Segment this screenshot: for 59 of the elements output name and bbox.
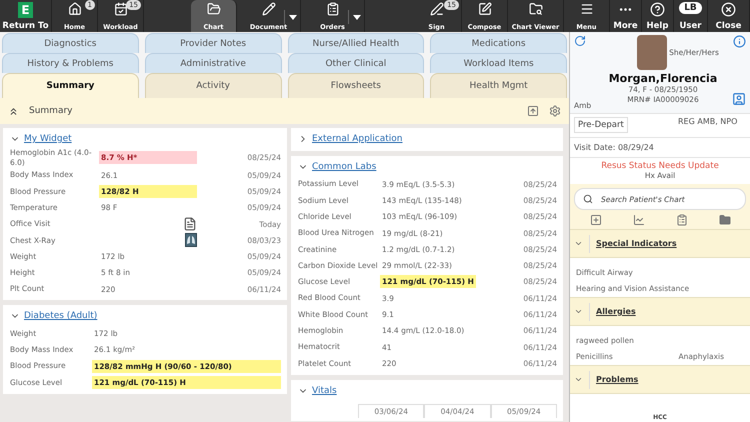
caret-icon[interactable]: [352, 14, 360, 20]
tab[interactable]: Flowsheets: [288, 73, 424, 98]
folder-search-icon: [528, 2, 542, 16]
calendar-icon: [114, 2, 128, 16]
tab[interactable]: Workload Items: [430, 53, 567, 73]
section-title[interactable]: Allergies: [596, 307, 636, 316]
alert-text: Resus Status Needs Update: [601, 161, 719, 171]
info-icon[interactable]: [733, 35, 746, 48]
compose-icon: [478, 2, 492, 16]
refresh-icon[interactable]: [574, 35, 586, 47]
home-icon: [68, 2, 82, 16]
tab[interactable]: History & Problems: [2, 53, 139, 73]
chevron-down-icon[interactable]: [574, 239, 583, 248]
widget-title-link[interactable]: My Widget: [24, 134, 72, 144]
summary-title: Summary: [29, 106, 74, 116]
tab[interactable]: Administrative: [144, 53, 282, 73]
toolbar-button[interactable]: E Return To: [0, 0, 52, 32]
status-label: Pre-Depart: [574, 117, 628, 133]
chevron-down-icon[interactable]: [574, 375, 583, 384]
chevron-down-icon[interactable]: [574, 307, 583, 316]
signature-icon: [430, 2, 444, 16]
widget-title-link[interactable]: Common Labs: [312, 162, 376, 172]
folder-icon: [206, 2, 220, 16]
location-text: REG AMB, NPO: [678, 117, 738, 128]
help-icon: [650, 2, 665, 17]
settings-icon[interactable]: [549, 105, 561, 117]
app-logo: E: [18, 2, 33, 18]
tab[interactable]: Health Mgmt: [430, 73, 567, 98]
export-icon[interactable]: [527, 105, 539, 117]
tab[interactable]: Nurse/Allied Health: [288, 33, 424, 53]
tab[interactable]: Other Clinical: [288, 53, 424, 73]
folder-icon[interactable]: [718, 214, 730, 226]
tab[interactable]: Activity: [144, 73, 282, 98]
contact-card-icon[interactable]: [732, 92, 746, 106]
collapse-icon[interactable]: [8, 106, 19, 116]
tab[interactable]: Diagnostics: [2, 33, 139, 53]
add-icon[interactable]: [590, 214, 602, 226]
clipboard-icon: [326, 2, 340, 16]
visit-date: Visit Date: 08/29/24: [570, 137, 750, 157]
widget-title-link[interactable]: Vitals: [312, 386, 337, 396]
patient-name: Morgan,Florencia: [608, 72, 718, 85]
search-icon: [583, 194, 593, 204]
widget-title-link[interactable]: External Application: [312, 134, 402, 144]
caret-icon[interactable]: [288, 14, 296, 20]
menu-icon: [580, 2, 594, 16]
section-title[interactable]: Problems: [596, 375, 638, 384]
close-icon: [721, 2, 736, 17]
clipboard-icon[interactable]: [676, 214, 688, 226]
chart-icon[interactable]: [632, 214, 644, 226]
tab[interactable]: Provider Notes: [144, 33, 282, 53]
document-icon[interactable]: [183, 217, 197, 232]
photo-placeholder: [637, 35, 668, 70]
tab[interactable]: Medications: [430, 33, 567, 53]
xray-icon: [185, 233, 197, 248]
pencil-icon: [262, 2, 276, 16]
user-avatar: LB: [679, 2, 702, 14]
widget-title-link[interactable]: Diabetes (Adult): [24, 311, 98, 322]
section-title[interactable]: Special Indicators: [596, 239, 677, 248]
tab[interactable]: Summary: [2, 73, 139, 98]
